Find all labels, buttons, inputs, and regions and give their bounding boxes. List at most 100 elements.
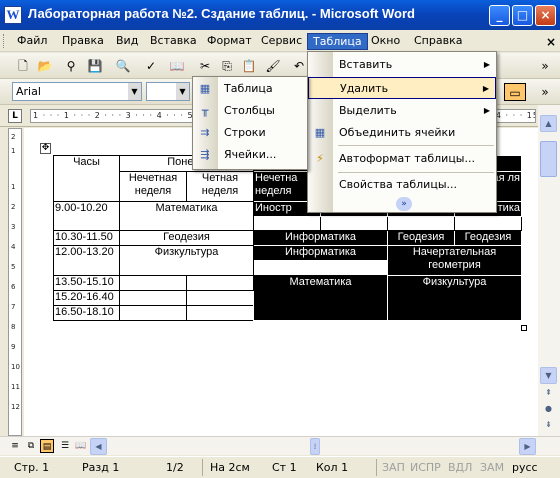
time-cell[interactable]: 15.20-16.40 (53, 290, 120, 306)
menu-tools[interactable]: Сервис (256, 33, 307, 50)
table-cell[interactable]: Геодезия (387, 230, 455, 246)
time-cell[interactable]: 12.00-13.20 (53, 245, 120, 276)
table-cell[interactable]: Информатика (253, 230, 388, 246)
table-cell[interactable]: Начертательная геометрия (387, 245, 522, 276)
save-icon[interactable]: 💾 (86, 57, 104, 75)
previous-page-icon[interactable]: ⇞ (540, 385, 557, 402)
menubar-grip[interactable] (3, 34, 6, 48)
select-browse-object-icon[interactable]: ● (540, 401, 557, 418)
menu-item-label: Столбцы (224, 104, 275, 117)
toolbar-options-icon[interactable]: » (536, 57, 554, 75)
table-cell[interactable] (454, 216, 522, 231)
table-cell[interactable] (253, 216, 321, 231)
spelling-icon[interactable]: ✓ (142, 57, 160, 75)
paste-icon[interactable]: 📋 (240, 57, 258, 75)
minimize-button[interactable]: _ (489, 5, 510, 26)
chevron-down-icon[interactable]: ▼ (176, 83, 189, 100)
table-cell[interactable]: Геодезия (119, 230, 254, 246)
menu-window[interactable]: Окно (366, 33, 405, 50)
new-document-icon[interactable]: 🗋 (14, 57, 32, 75)
word-app-icon[interactable]: W (4, 6, 22, 24)
menu-item-merge-cells[interactable]: ▦ Объединить ячейки (308, 122, 496, 144)
time-cell[interactable]: 16.50-18.10 (53, 305, 120, 321)
table-cell[interactable] (186, 275, 254, 291)
chevron-down-icon[interactable]: ▼ (128, 83, 141, 100)
menu-item-insert[interactable]: Вставить ▶ (308, 54, 496, 76)
menu-item-select[interactable]: Выделить ▶ (308, 100, 496, 122)
table-cell[interactable] (119, 275, 187, 291)
open-icon[interactable]: 📂 (36, 57, 54, 75)
vertical-ruler[interactable]: 2 1 1 2 3 4 5 6 7 8 9 10 11 12 (8, 128, 22, 436)
expand-menu-icon[interactable]: » (396, 197, 412, 211)
menu-item-table-properties[interactable]: Свойства таблицы... (308, 174, 496, 196)
cut-icon[interactable]: ✂ (196, 57, 214, 75)
table-cell[interactable]: Физкультура (119, 245, 254, 276)
menu-item-delete-table[interactable]: ▦ Таблица (193, 78, 307, 100)
scroll-left-icon[interactable]: ◀ (90, 438, 107, 455)
close-button[interactable]: × (535, 5, 556, 26)
table-cell[interactable]: Информатика (253, 245, 388, 261)
print-layout-icon[interactable]: ▤ (40, 439, 54, 453)
next-page-icon[interactable]: ⇟ (540, 417, 557, 434)
table-header-cell[interactable]: Нечетная неделя (119, 171, 187, 202)
table-cell[interactable] (253, 260, 388, 276)
scroll-thumb[interactable]: ⁞ (310, 438, 320, 455)
tab-selector[interactable]: L (8, 109, 22, 123)
menu-item-autoformat[interactable]: ⚡ Автоформат таблицы... (308, 148, 496, 170)
status-extend[interactable]: ВДЛ (448, 461, 472, 474)
menu-item-delete-cells[interactable]: ⇶ Ячейки... (193, 144, 307, 166)
normal-view-icon[interactable]: ≡ (8, 439, 22, 453)
menu-table[interactable]: Таблица (307, 33, 368, 50)
print-preview-icon[interactable]: 🔍 (114, 57, 132, 75)
time-cell[interactable]: 13.50-15.10 (53, 275, 120, 291)
font-name-combo[interactable]: Arial ▼ (12, 82, 142, 101)
table-resize-handle[interactable] (521, 325, 527, 331)
menu-item-delete-rows[interactable]: ⇉ Строки (193, 122, 307, 144)
maximize-button[interactable]: □ (512, 5, 533, 26)
scroll-right-icon[interactable]: ▶ (519, 438, 536, 455)
outline-view-icon[interactable]: ☰ (58, 439, 72, 453)
table-cell[interactable] (186, 290, 254, 306)
research-icon[interactable]: 📖 (168, 57, 186, 75)
menu-separator (338, 145, 494, 146)
vertical-scrollbar[interactable]: ▲ ▼ ⇞ ● ⇟ (538, 105, 560, 436)
scroll-thumb[interactable] (540, 141, 557, 177)
status-rec[interactable]: ЗАП (382, 461, 405, 474)
menu-insert[interactable]: Вставка (145, 33, 202, 50)
web-layout-icon[interactable]: ⧉ (24, 439, 38, 453)
table-cell[interactable]: Математика (253, 275, 388, 321)
table-cell[interactable]: Геодезия (454, 230, 522, 246)
table-cell[interactable]: Математика (119, 201, 254, 231)
table-header-cell[interactable]: Часы (53, 155, 120, 202)
menu-item-delete[interactable]: Удалить ▶ (308, 77, 496, 99)
font-size-combo[interactable]: ▼ (146, 82, 190, 101)
menu-view[interactable]: Вид (111, 33, 143, 50)
table-cell[interactable] (186, 305, 254, 321)
toolbar-options-icon[interactable]: » (536, 83, 554, 101)
scroll-up-icon[interactable]: ▲ (540, 115, 557, 132)
table-cell[interactable] (320, 216, 388, 231)
highlight-icon[interactable]: ▭ (504, 83, 526, 101)
undo-icon[interactable]: ↶ (290, 57, 308, 75)
permission-icon[interactable]: ⚲ (62, 57, 80, 75)
scroll-down-icon[interactable]: ▼ (540, 367, 557, 384)
close-document-icon[interactable]: × (546, 35, 556, 49)
menu-edit[interactable]: Правка (57, 33, 109, 50)
table-cell[interactable] (387, 216, 455, 231)
menu-help[interactable]: Справка (409, 33, 467, 50)
table-cell[interactable] (119, 290, 187, 306)
copy-icon[interactable]: ⎘ (218, 57, 236, 75)
format-painter-icon[interactable]: 🖌 (264, 57, 282, 75)
reading-layout-icon[interactable]: 📖 (74, 439, 88, 453)
table-cell[interactable] (119, 305, 187, 321)
time-cell[interactable]: 10.30-11.50 (53, 230, 120, 246)
status-track-changes[interactable]: ИСПР (410, 461, 441, 474)
table-cell[interactable]: Физкультура (387, 275, 522, 321)
table-header-cell[interactable]: Четная неделя (186, 171, 254, 202)
menu-item-delete-columns[interactable]: ╥ Столбцы (193, 100, 307, 122)
time-cell[interactable]: 9.00-10.20 (53, 201, 120, 231)
status-overtype[interactable]: ЗАМ (480, 461, 504, 474)
table-move-handle-icon[interactable]: ✥ (40, 143, 51, 154)
menu-file[interactable]: Файл (12, 33, 52, 50)
menu-format[interactable]: Формат (202, 33, 257, 50)
